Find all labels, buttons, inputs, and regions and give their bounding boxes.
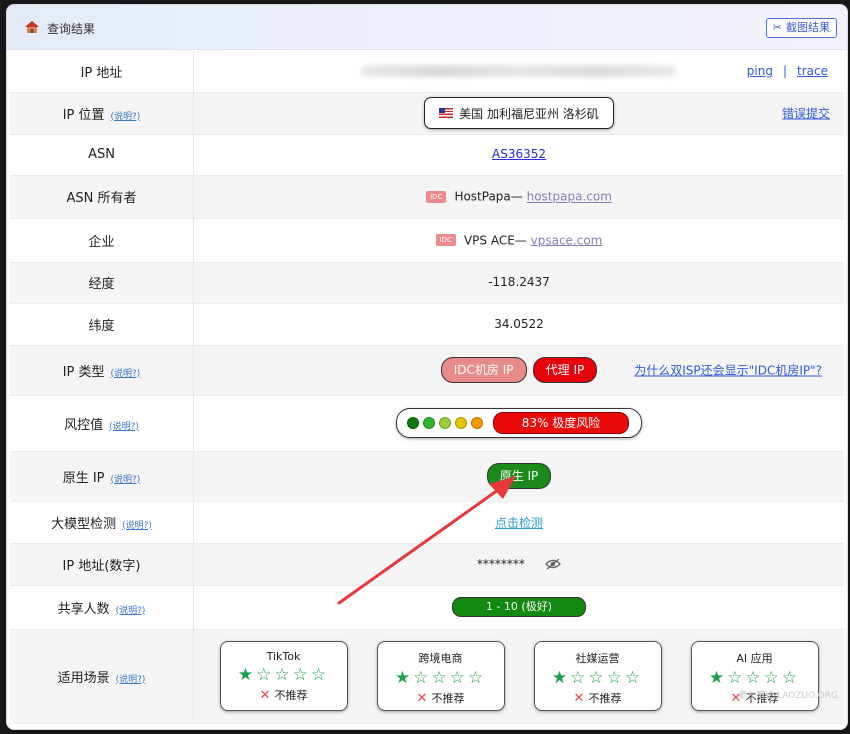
help-link[interactable]: (说明?) (111, 112, 141, 122)
card-header: 查询结果 ✂ 截图结果 (7, 5, 847, 50)
star-rating: ★☆☆☆☆ (237, 665, 330, 685)
help-link[interactable]: (说明?) (109, 422, 139, 432)
shared-users-badge: 1 - 10 (极好) (452, 597, 586, 617)
cross-icon: ✕ (573, 691, 585, 706)
scenario-card: 跨境电商 ★☆☆☆☆ ✕ 不推荐 (376, 641, 505, 711)
native-ip-badge: 原生 IP (486, 463, 552, 489)
row-ip-location: IP 位置 (说明?) 美国 加利福尼亚州 洛杉矶 错误提交 (10, 92, 844, 135)
screenshot-button[interactable]: ✂ 截图结果 (765, 18, 837, 38)
info-table: IP 地址 ping | trace IP 位置 (说明?) 美国 加利福尼亚州 洛杉… (10, 51, 844, 724)
row-ip-address: IP 地址 ping | trace (10, 51, 844, 93)
risk-score-bar: 83% 极度风险 (492, 412, 630, 434)
native-ip-label: 原生 IP (62, 470, 105, 486)
star-rating: ★☆☆☆☆ (394, 668, 487, 688)
star-rating: ★☆☆☆☆ (708, 668, 801, 688)
latitude-label: 纬度 (88, 318, 115, 334)
idc-tag: IDC (426, 190, 447, 203)
row-longitude: 经度 -118.2437 (10, 262, 844, 304)
result-card: 查询结果 ✂ 截图结果 IP 地址 ping | trace IP 位置 (说明?) … (6, 4, 848, 730)
star-rating: ★☆☆☆☆ (551, 668, 644, 688)
llm-check-label: 大模型检测 (51, 516, 117, 532)
row-ip-numeric: IP 地址(数字) ******** (10, 543, 844, 586)
scenario-cards: TikTok ★☆☆☆☆ ✕ 不推荐 跨境电商 ★☆☆☆☆ ✕ 不推荐 社媒运营 ★☆☆☆☆ ✕ 不推… (194, 641, 844, 711)
scenario-name: AI 应用 (736, 652, 773, 665)
verdict-label: 不推荐 (588, 692, 622, 705)
row-shared-users: 共享人数 (说明?) 1 - 10 (极好) (10, 585, 844, 630)
scenario-name: 跨境电商 (418, 652, 463, 665)
risk-dot (438, 417, 451, 429)
scenario-verdict: ✕ 不推荐 (378, 690, 504, 706)
risk-meter: 83% 极度风险 (395, 408, 643, 438)
risk-dot (406, 417, 419, 429)
longitude-label: 经度 (88, 277, 115, 292)
watermark: 老左笔记 LAOZUO.ORG (738, 690, 838, 701)
scenario-name: 社媒运营 (575, 652, 620, 665)
ip-address-label: IP 地址 (80, 65, 123, 81)
ip-location-label: IP 位置 (62, 107, 105, 123)
asn-label: ASN (88, 147, 115, 162)
help-link[interactable]: (说明?) (116, 606, 146, 616)
ping-link[interactable]: ping (747, 64, 773, 78)
scenario-card: TikTok ★☆☆☆☆ ✕ 不推荐 (219, 641, 348, 711)
ip-type-label: IP 类型 (62, 364, 105, 380)
row-scenarios: 适用场景 (说明?) TikTok ★☆☆☆☆ ✕ 不推荐 跨境电商 ★☆☆☆☆ ✕ 不推荐 社媒… (10, 629, 844, 724)
company-domain-link[interactable]: vpsace.com (531, 233, 603, 247)
risk-dot (470, 417, 483, 429)
scenario-card: AI 应用 ★☆☆☆☆ ✕ 不推荐 (690, 641, 819, 711)
report-error-link[interactable]: 错误提交 (782, 105, 830, 122)
row-asn: ASN AS36352 (10, 134, 844, 176)
help-link[interactable]: (说明?) (116, 675, 146, 685)
verdict-label: 不推荐 (274, 689, 308, 702)
cross-icon: ✕ (259, 688, 271, 703)
screenshot-button-label: 截图结果 (786, 21, 830, 34)
location-value: 美国 加利福尼亚州 洛杉矶 (459, 106, 599, 121)
help-link[interactable]: (说明?) (111, 475, 141, 485)
idc-tag: IDC (435, 234, 456, 246)
us-flag-icon (439, 108, 454, 118)
eye-off-icon[interactable] (545, 558, 561, 570)
asn-owner-label: ASN 所有者 (66, 191, 137, 206)
cross-icon: ✕ (416, 691, 428, 706)
asn-owner-name: HostPapa— (454, 189, 523, 204)
row-risk: 风控值 (说明?) 83% 极度风险 (10, 395, 844, 452)
house-icon (25, 21, 39, 33)
row-ip-type: IP 类型 (说明?) IDC机房 IP 代理 IP 为什么双ISP还会显示"ID… (10, 345, 844, 396)
risk-label: 风控值 (64, 417, 104, 433)
help-link[interactable]: (说明?) (111, 369, 141, 379)
link-separator: | (782, 64, 788, 79)
asn-link[interactable]: AS36352 (492, 147, 546, 161)
shared-users-label: 共享人数 (57, 601, 110, 617)
scenario-card: 社媒运营 ★☆☆☆☆ ✕ 不推荐 (533, 641, 662, 711)
asn-owner-domain-link[interactable]: hostpapa.com (527, 190, 612, 204)
ip-numeric-label: IP 地址(数字) (62, 558, 141, 574)
longitude-value: -118.2437 (488, 275, 550, 289)
scenario-name: TikTok (266, 650, 301, 663)
verdict-label: 不推荐 (431, 692, 465, 705)
scissors-icon: ✂ (772, 21, 782, 34)
trace-link[interactable]: trace (797, 64, 828, 78)
scenario-verdict: ✕ 不推荐 (535, 690, 661, 706)
idc-ip-badge: IDC机房 IP (440, 357, 527, 383)
page-title: 查询结果 (47, 22, 96, 36)
ip-numeric-value: ******** (476, 556, 525, 571)
risk-dot (422, 417, 435, 429)
row-latitude: 纬度 34.0522 (10, 303, 844, 346)
row-llm-check: 大模型检测 (说明?) 点击检测 (10, 501, 844, 544)
blurred-ip-address (361, 65, 677, 78)
row-asn-owner: ASN 所有者 IDC HostPapa— hostpapa.com (10, 175, 844, 219)
company-label: 企业 (88, 234, 115, 250)
help-link[interactable]: (说明?) (122, 521, 152, 531)
company-name: VPS ACE— (463, 233, 527, 247)
location-pill: 美国 加利福尼亚州 洛杉矶 (424, 97, 614, 129)
row-company: 企业 IDC VPS ACE— vpsace.com (10, 218, 844, 263)
scenarios-label: 适用场景 (57, 670, 110, 686)
proxy-ip-badge: 代理 IP (532, 357, 598, 383)
scenario-verdict: ✕ 不推荐 (221, 687, 347, 703)
why-idc-link[interactable]: 为什么双ISP还会显示"IDC机房IP"? (634, 362, 822, 379)
click-detect-link[interactable]: 点击检测 (495, 516, 543, 530)
row-native-ip: 原生 IP (说明?) 原生 IP (10, 451, 844, 502)
latitude-value: 34.0522 (494, 316, 544, 331)
risk-dot (454, 417, 467, 429)
